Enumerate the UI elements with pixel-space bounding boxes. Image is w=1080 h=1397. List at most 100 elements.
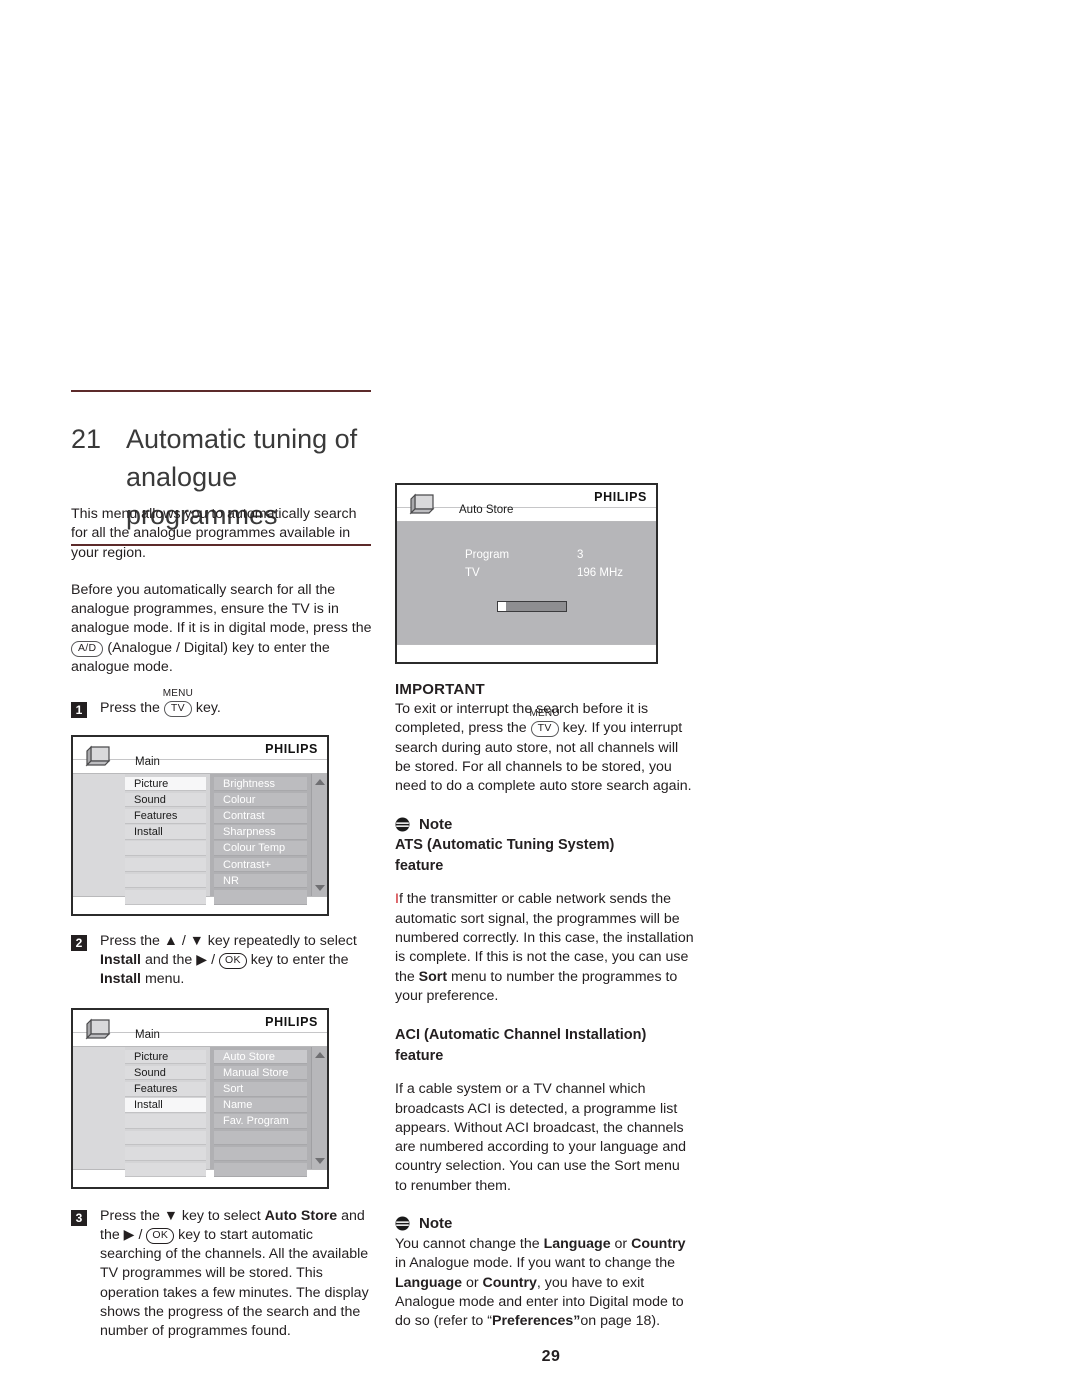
tv-label: TV: [465, 567, 480, 579]
osd-main-body: Picture Sound Features Install Brightnes…: [73, 773, 327, 905]
menu-item: [125, 857, 206, 873]
step-3: 3 Press the ▼ key to select Auto Store a…: [71, 1207, 376, 1342]
submenu-item[interactable]: Fav. Program: [214, 1114, 307, 1129]
note-label-ats: Note: [419, 816, 453, 834]
menu-item[interactable]: Sound: [125, 792, 206, 808]
language-note-paragraph: You cannot change the Language or Countr…: [395, 1235, 695, 1331]
submenu-item[interactable]: NR: [214, 873, 307, 889]
osd-autostore-footer: [397, 644, 656, 662]
osd-autostore-title: Auto Store: [459, 504, 514, 516]
step-3-number: 3: [71, 1209, 87, 1226]
tv-monitor-icon: [83, 1017, 113, 1046]
step-2-text-2: key repeatedly to select: [203, 932, 357, 949]
menu-item: [125, 873, 206, 889]
step-2-text-5: menu.: [141, 971, 185, 988]
left-column: This menu allows you to automatically se…: [71, 505, 376, 1356]
before-paragraph: Before you automatically search for all …: [71, 581, 376, 677]
note-icon: [395, 1216, 410, 1231]
note-label-language: Note: [419, 1215, 453, 1233]
lang-bold-2: Country: [631, 1236, 686, 1253]
scroll-down-arrow-icon[interactable]: [314, 1157, 325, 1164]
osd-autostore-body: Program 3 TV 196 MHz: [397, 522, 656, 644]
submenu-item[interactable]: Manual Store: [214, 1065, 307, 1081]
before-text-1: Before you automatically search for all …: [71, 581, 372, 637]
down-arrow-icon: ▼: [189, 932, 204, 949]
search-progress-fill: [498, 602, 507, 611]
submenu-item[interactable]: Contrast: [214, 809, 307, 824]
osd-install-gutter: [73, 1046, 125, 1169]
page-number: 29: [0, 1348, 1080, 1366]
ats-paragraph: If the transmitter or cable network send…: [395, 890, 695, 1006]
menu-item[interactable]: Features: [125, 809, 206, 824]
lang-bold-1: Language: [543, 1236, 611, 1253]
right-column: PHILIPS Auto Store Program 3 TV 196 MHz …: [395, 483, 695, 1332]
menu-item: [125, 841, 206, 857]
osd-install-scrollbar[interactable]: [311, 1046, 327, 1169]
osd-main-scrollbar[interactable]: [311, 773, 327, 896]
down-arrow-icon: ▼: [163, 1207, 178, 1224]
scroll-up-arrow-icon[interactable]: [314, 1051, 325, 1058]
step-1-number: 1: [71, 702, 87, 719]
menu-item[interactable]: Install: [125, 1098, 206, 1113]
osd-install-title: Main: [135, 1028, 160, 1041]
step-3-text-1: Press the: [100, 1207, 164, 1224]
ats-bold-sort: Sort: [418, 968, 448, 985]
philips-logo-autostore: PHILIPS: [594, 490, 647, 504]
step-3-bold-autostore: Auto Store: [264, 1207, 338, 1224]
menu-item[interactable]: Sound: [125, 1065, 206, 1081]
submenu-item: [214, 1130, 307, 1146]
lang-text-2: or: [610, 1236, 632, 1253]
submenu-item[interactable]: Contrast+: [214, 857, 307, 873]
step-2-text: Press the ▲ / ▼ key repeatedly to select…: [100, 932, 376, 990]
menu-key-caption-2: MENU: [529, 708, 560, 720]
submenu-item: [214, 1162, 307, 1178]
up-arrow-icon: ▲: [163, 932, 178, 949]
step-3-text-2: key to select: [177, 1207, 265, 1224]
menu-tv-key-2: MENU TV: [530, 708, 560, 738]
search-progress-bar: [497, 601, 567, 612]
manual-page: 21 Automatic tuning of analogue programm…: [0, 0, 1080, 1397]
before-text-2: (Analogue / Digital) key to enter the an…: [71, 639, 330, 676]
lang-bold-5: Preferences”: [492, 1313, 581, 1330]
step-3-sep: /: [134, 1226, 147, 1243]
menu-item[interactable]: Features: [125, 1081, 206, 1097]
step-3-text-4: key to start automatic searching of the …: [100, 1226, 369, 1340]
menu-item: [125, 1114, 206, 1129]
lang-bold-4: Country: [482, 1274, 537, 1291]
menu-item: [125, 1146, 206, 1162]
submenu-item[interactable]: Auto Store: [214, 1049, 307, 1065]
step-2-sep-2: /: [207, 951, 219, 968]
lang-text-6: on page 18).: [580, 1313, 661, 1330]
lang-text-4: or: [462, 1274, 483, 1291]
scroll-down-arrow-icon[interactable]: [314, 884, 325, 891]
menu-item[interactable]: Picture: [125, 1049, 206, 1065]
submenu-item[interactable]: Colour Temp: [214, 841, 307, 857]
ats-subheading-line2: feature: [395, 858, 444, 875]
submenu-item[interactable]: Colour: [214, 792, 307, 808]
menu-tv-key-1: MENU TV: [163, 688, 193, 718]
menu-item[interactable]: Install: [125, 825, 206, 840]
osd-main-title: Main: [135, 755, 160, 768]
step-1: 1 Press the MENU TV key.: [71, 688, 376, 719]
submenu-item[interactable]: Sort: [214, 1081, 307, 1097]
frequency-value: 196 MHz: [577, 567, 624, 579]
step-2-text-1: Press the: [100, 932, 164, 949]
scroll-up-arrow-icon[interactable]: [314, 778, 325, 785]
step-2-sep: /: [177, 932, 190, 949]
submenu-item[interactable]: Brightness: [214, 776, 307, 792]
note-heading-ats: Note: [395, 816, 695, 833]
menu-key-caption-1: MENU: [162, 688, 194, 700]
osd-main-left-list: Picture Sound Features Install: [125, 773, 210, 905]
tv-monitor-icon: [407, 492, 437, 521]
step-2-bold-install-1: Install: [100, 951, 141, 968]
step-2-bold-install-2: Install: [100, 971, 141, 988]
menu-item[interactable]: Picture: [125, 776, 206, 792]
submenu-item[interactable]: Name: [214, 1098, 307, 1113]
osd-install-left-list: Picture Sound Features Install: [125, 1046, 210, 1178]
philips-logo-install: PHILIPS: [265, 1014, 318, 1029]
osd-auto-store: PHILIPS Auto Store Program 3 TV 196 MHz: [395, 483, 658, 664]
submenu-item[interactable]: Sharpness: [214, 825, 307, 840]
aci-subheading-line1: ACI (Automatic Channel Installation): [395, 1027, 647, 1044]
tv-monitor-icon: [83, 744, 113, 773]
osd-install-right-list: Auto Store Manual Store Sort Name Fav. P…: [210, 1046, 311, 1178]
